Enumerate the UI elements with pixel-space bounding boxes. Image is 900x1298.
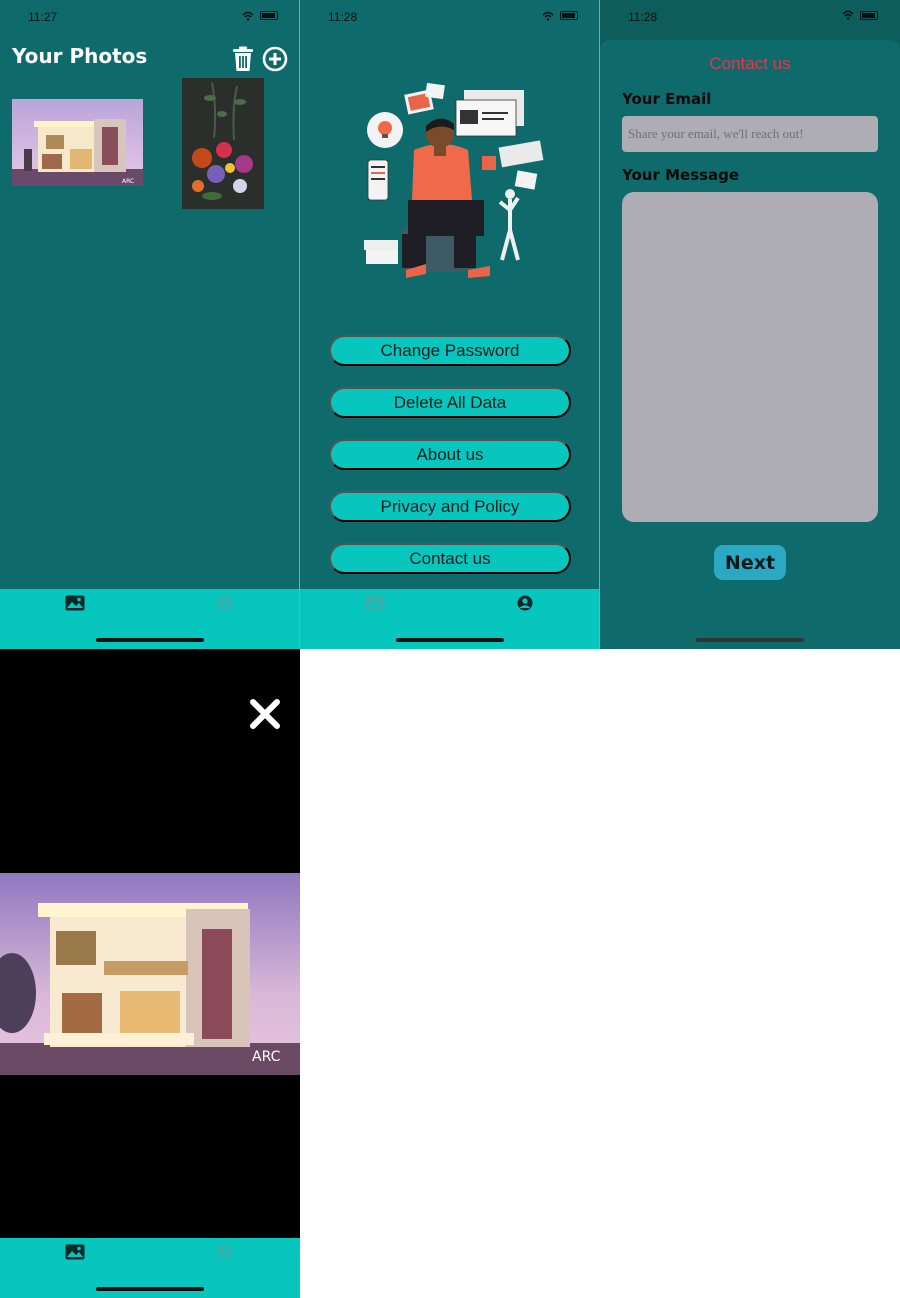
email-field[interactable] [622,116,878,152]
delete-all-data-button[interactable]: Delete All Data [329,387,571,418]
profile-tab-icon[interactable] [215,595,235,611]
photo-thumbnail-house[interactable]: ARC [12,99,143,186]
thinking-person-illustration [364,82,544,278]
photos-tab-icon[interactable] [65,595,85,611]
contact-sheet: Contact us Your Email Your Message Next [600,40,900,649]
wifi-icon [242,11,254,21]
trash-icon[interactable] [230,46,256,72]
home-indicator [396,638,504,642]
message-field[interactable] [622,192,878,522]
wifi-icon [842,10,854,20]
status-bar: 11:27 ···· [0,8,299,28]
profile-tab-icon[interactable] [515,595,535,611]
home-indicator [96,638,204,642]
privacy-policy-button[interactable]: Privacy and Policy [329,491,571,522]
next-button[interactable]: Next [714,545,786,580]
status-time: 11:28 [328,10,358,24]
home-indicator [696,638,804,642]
svg-text:ARC: ARC [252,1049,281,1065]
battery-icon [860,10,878,20]
sheet-title: Contact us [709,54,791,73]
signal-icon: ···· [218,10,236,21]
contact-screen: 11:28 Contact us Your Email Your Message… [600,0,900,649]
contact-us-button[interactable]: Contact us [329,543,571,574]
battery-icon [560,11,578,20]
tab-bar [0,1238,300,1298]
battery-icon [260,11,278,20]
svg-text:ARC: ARC [122,178,134,185]
photos-tab-icon[interactable] [365,595,385,611]
settings-screen: 11:28 ···· Change Password Delete All Da… [300,0,600,649]
home-indicator [96,1287,204,1291]
photos-tab-icon[interactable] [65,1244,85,1260]
add-circle-icon[interactable] [262,46,288,72]
photo-thumbnail-flowers[interactable] [182,78,264,209]
fullscreen-photo-house: ARC [0,873,300,1075]
email-label: Your Email [622,90,712,108]
status-time: 11:28 [628,10,658,24]
signal-icon: ···· [518,10,536,21]
profile-tab-icon[interactable] [215,1244,235,1260]
status-bar: 11:28 [600,8,900,28]
close-icon[interactable] [248,697,282,731]
change-password-button[interactable]: Change Password [329,335,571,366]
tab-bar [300,589,599,649]
status-time: 11:27 [28,10,58,24]
about-us-button[interactable]: About us [329,439,571,470]
status-bar: 11:28 ···· [300,8,599,28]
message-label: Your Message [622,166,740,184]
photo-viewer-screen: ARC [0,649,300,1298]
page-title: Your Photos [12,44,148,68]
tab-bar [0,589,299,649]
wifi-icon [542,11,554,21]
photos-screen: 11:27 ···· Your Photos ARC [0,0,300,649]
